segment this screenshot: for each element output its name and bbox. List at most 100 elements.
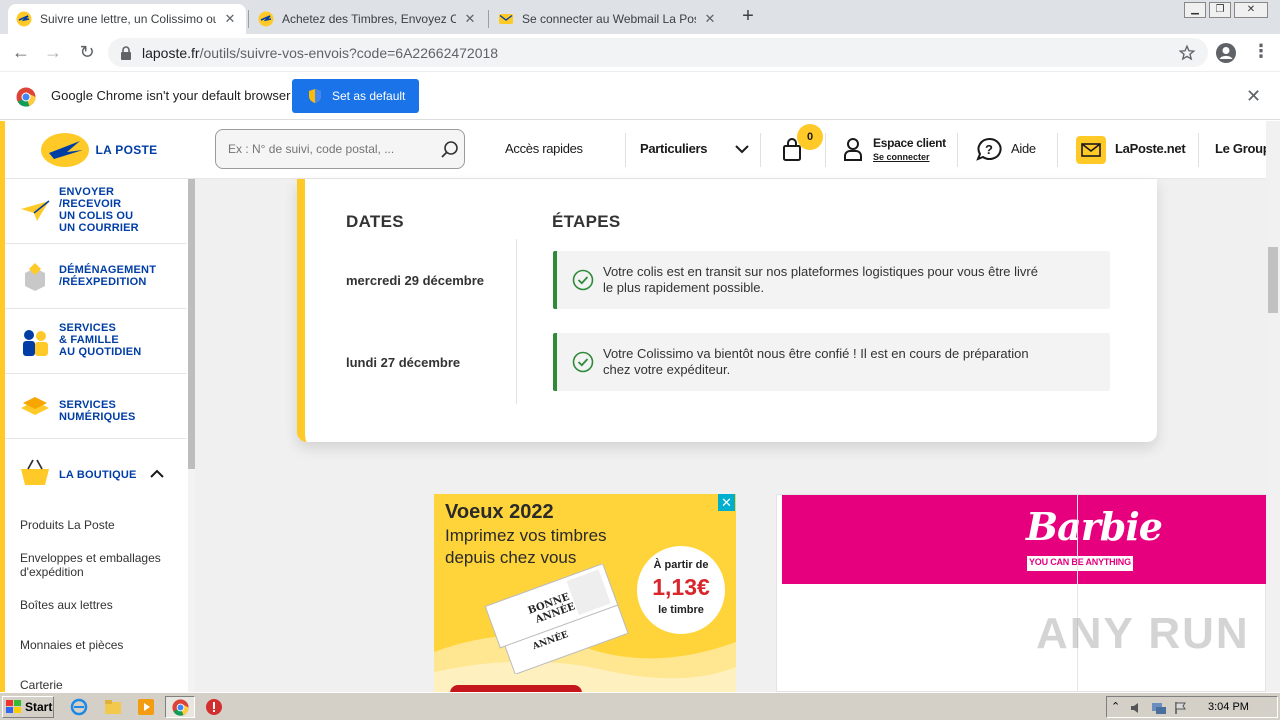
volume-icon[interactable] xyxy=(1129,701,1143,715)
sidebar-item-services-numeriques[interactable]: SERVICES NUMÉRIQUES xyxy=(5,374,187,439)
profile-avatar-icon[interactable] xyxy=(1215,42,1237,64)
se-connecter-link[interactable]: Se connecter xyxy=(873,152,930,162)
mail-favicon-icon xyxy=(499,14,513,24)
close-tab-icon[interactable]: ✕ xyxy=(222,11,238,27)
ad-subtitle: Imprimez vos timbres depuis chez vous xyxy=(445,526,607,567)
site-header: LA POSTE Accès rapides Particuliers 0 Es… xyxy=(0,121,1271,179)
infobar-message: Google Chrome isn't your default browser xyxy=(51,88,291,103)
barbie-banner: Barbie YOU CAN BE ANYTHING xyxy=(782,495,1266,584)
browser-toolbar: ← → ↻ laposte.fr/outils/suivre-vos-envoi… xyxy=(0,34,1280,71)
help-bubble-icon[interactable]: ? xyxy=(976,137,1002,161)
boutique-link-enveloppes[interactable]: Enveloppes et emballages d'expédition xyxy=(20,551,161,579)
default-browser-infobar: Google Chrome isn't your default browser… xyxy=(0,71,1280,120)
tracking-search-box[interactable] xyxy=(215,129,465,169)
barbie-ad[interactable]: Barbie YOU CAN BE ANYTHING xyxy=(776,494,1266,692)
particuliers-dropdown[interactable]: Particuliers xyxy=(640,141,708,156)
tab-timbres[interactable]: Achetez des Timbres, Envoyez Cour ✕ xyxy=(250,4,486,34)
le-groupe-link[interactable]: Le Group xyxy=(1215,141,1271,156)
chrome-logo-icon xyxy=(172,699,189,716)
internet-explorer-icon[interactable] xyxy=(70,698,88,716)
digital-services-icon xyxy=(21,397,49,415)
sidebar-item-label: ENVOYER/RECEVOIR UN COLIS OU UN COURRIER xyxy=(59,186,139,234)
close-tab-icon[interactable]: ✕ xyxy=(462,11,478,27)
event-date: lundi 27 décembre xyxy=(346,355,461,370)
laposte-logo[interactable]: LA POSTE xyxy=(0,121,192,179)
tab-webmail[interactable]: Se connecter au Webmail La Poste – ✕ xyxy=(490,4,726,34)
svg-text:?: ? xyxy=(985,142,993,157)
voeux-2022-ad[interactable]: Voeux 2022 Imprimez vos timbres depuis ch… xyxy=(434,494,736,692)
minimize-window-button[interactable]: ▁ xyxy=(1184,2,1206,18)
set-as-default-button[interactable]: Set as default xyxy=(292,79,419,113)
forward-arrow-icon[interactable]: → xyxy=(42,42,64,62)
chevron-up-icon[interactable] xyxy=(150,469,164,479)
start-label: Start xyxy=(25,700,53,714)
close-window-button[interactable]: ✕ xyxy=(1234,2,1268,18)
sidebar-item-label: SERVICES & FAMILLE AU QUOTIDIEN xyxy=(59,322,142,358)
chevron-down-icon[interactable] xyxy=(735,144,749,154)
boutique-link-carterie[interactable]: Carterie xyxy=(20,678,63,692)
boutique-link-monnaies[interactable]: Monnaies et pièces xyxy=(20,638,123,652)
cart-count-badge: 0 xyxy=(797,124,823,150)
system-tray: ⌃ xyxy=(1106,696,1278,718)
ad-divider xyxy=(1077,495,1078,692)
tray-expand-icon[interactable]: ⌃ xyxy=(1111,700,1120,713)
sidebar-item-services-famille[interactable]: SERVICES & FAMILLE AU QUOTIDIEN xyxy=(5,309,187,374)
alert-stop-icon[interactable] xyxy=(205,698,223,716)
step-text: Votre Colissimo va bientôt nous être con… xyxy=(603,346,1029,377)
folder-icon[interactable] xyxy=(104,698,122,716)
tab-title: Achetez des Timbres, Envoyez Cour xyxy=(282,12,456,26)
search-icon[interactable] xyxy=(440,140,460,160)
chrome-taskbar-button[interactable] xyxy=(165,696,195,718)
espace-client-link[interactable]: Espace client xyxy=(873,136,946,150)
back-arrow-icon[interactable]: ← xyxy=(10,42,32,62)
browser-tab-strip: Suivre une lettre, un Colissimo ou un ✕ … xyxy=(0,0,1280,34)
laposte-favicon-icon xyxy=(258,11,274,27)
boutique-link-boites[interactable]: Boîtes aux lettres xyxy=(20,598,113,612)
shield-icon xyxy=(309,89,321,103)
page-scrollbar[interactable] xyxy=(1266,121,1280,692)
tracking-step: Votre colis est en transit sur nos plate… xyxy=(553,251,1110,309)
ad-cta-button[interactable] xyxy=(450,685,582,692)
search-input[interactable] xyxy=(228,142,428,156)
step-text: Votre colis est en transit sur nos plate… xyxy=(603,264,1038,295)
sidebar-item-boutique[interactable]: LA BOUTIQUE xyxy=(5,439,187,506)
action-center-flag-icon[interactable] xyxy=(1173,701,1187,715)
tab-tracking[interactable]: Suivre une lettre, un Colissimo ou un ✕ xyxy=(8,4,246,34)
anyrun-watermark: ANY RUN xyxy=(1036,609,1250,658)
aide-link[interactable]: Aide xyxy=(1011,141,1036,156)
sidebar-item-label: LA BOUTIQUE xyxy=(59,469,137,481)
sidebar-scrollbar-thumb[interactable] xyxy=(188,179,195,469)
start-button[interactable]: Start xyxy=(2,696,54,718)
timeline-divider xyxy=(516,239,517,404)
network-icon[interactable] xyxy=(1151,701,1167,715)
check-circle-icon xyxy=(572,269,594,291)
tab-title: Se connecter au Webmail La Poste – xyxy=(522,12,696,26)
close-tab-icon[interactable]: ✕ xyxy=(702,11,718,27)
close-infobar-icon[interactable]: ✕ xyxy=(1246,86,1261,107)
barbie-tagline: YOU CAN BE ANYTHING xyxy=(1027,556,1133,571)
browser-menu-icon[interactable]: ⋮ xyxy=(1252,41,1270,62)
boutique-link-produits[interactable]: Produits La Poste xyxy=(20,518,115,532)
laposte-net-mail-icon[interactable] xyxy=(1076,136,1106,164)
bookmark-star-icon[interactable] xyxy=(1178,44,1196,62)
page-scrollbar-thumb[interactable] xyxy=(1268,247,1278,313)
dates-heading: DATES xyxy=(346,212,404,231)
sidebar-item-envoyer[interactable]: ENVOYER/RECEVOIR UN COLIS OU UN COURRIER xyxy=(5,179,187,244)
windows-logo-icon xyxy=(6,700,21,713)
address-bar[interactable]: laposte.fr/outils/suivre-vos-envois?code… xyxy=(108,38,1208,67)
tab-title: Suivre une lettre, un Colissimo ou un xyxy=(40,12,216,26)
sidebar-item-demenagement[interactable]: DÉMÉNAGEMENT/RÉEXPEDITION xyxy=(5,244,187,309)
taskbar-clock: 3:04 PM xyxy=(1208,701,1249,713)
laposte-net-link[interactable]: LaPoste.net xyxy=(1115,141,1186,156)
new-tab-button[interactable]: + xyxy=(738,6,758,28)
shopping-basket-icon xyxy=(21,459,49,485)
acces-rapides-link[interactable]: Accès rapides xyxy=(505,141,583,156)
ad-close-icon[interactable]: ✕ xyxy=(718,494,735,511)
reload-icon[interactable]: ↻ xyxy=(76,42,98,62)
user-icon[interactable] xyxy=(843,137,863,161)
moving-box-icon xyxy=(25,263,45,291)
restore-window-button[interactable]: ❐ xyxy=(1209,2,1231,18)
etapes-heading: ÉTAPES xyxy=(552,212,621,231)
media-player-icon[interactable] xyxy=(137,698,155,716)
sidebar-menu: ENVOYER/RECEVOIR UN COLIS OU UN COURRIER D… xyxy=(0,179,195,692)
